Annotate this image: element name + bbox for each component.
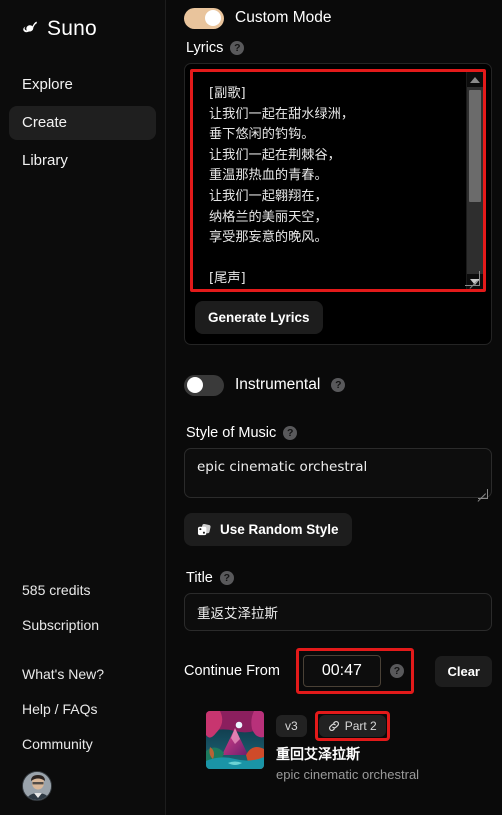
song-meta: v3 Part 2 重回艾泽拉斯 epic cinematic orchestr… (276, 711, 419, 782)
link-icon (328, 721, 339, 731)
primary-nav: Explore Create Library (0, 68, 165, 182)
random-style-row: Use Random Style (184, 513, 492, 546)
music-note-icon (23, 21, 37, 33)
song-title: 重回艾泽拉斯 (276, 747, 360, 763)
lyrics-panel: [副歌] 让我们一起在甜水绿洲， 垂下悠闲的钓钩。 让我们一起在荆棘谷， 重温那… (184, 63, 492, 345)
lyrics-help-icon[interactable]: ? (230, 41, 245, 55)
sidebar-item-community[interactable]: Community (0, 736, 166, 753)
sidebar-footer: 585 credits Subscription What's New? Hel… (0, 582, 166, 815)
song-badges: v3 Part 2 (276, 711, 419, 741)
title-label: Title (186, 570, 213, 586)
scroll-up-arrow-icon[interactable] (467, 72, 483, 87)
custom-mode-toggle[interactable] (184, 7, 224, 29)
continue-from-label: Continue From (184, 663, 280, 679)
style-resize-handle[interactable] (478, 489, 488, 499)
dice-icon (197, 523, 211, 535)
footer-spacer (0, 652, 166, 666)
credits-label: 585 credits (22, 582, 91, 598)
sidebar: Suno Explore Create Library 585 credits … (0, 0, 166, 815)
continue-source-song-card[interactable]: v3 Part 2 重回艾泽拉斯 epic cinematic orchestr… (184, 711, 492, 782)
random-style-label: Use Random Style (220, 522, 339, 537)
generate-lyrics-row: Generate Lyrics (185, 292, 491, 344)
toggle-knob (205, 10, 221, 26)
title-input[interactable] (184, 593, 492, 631)
version-badge: v3 (276, 715, 307, 737)
song-style: epic cinematic orchestral (276, 767, 420, 782)
continue-from-help-icon[interactable]: ? (389, 664, 404, 678)
brand-logo[interactable]: Suno (0, 0, 165, 44)
toggle-knob (187, 377, 203, 393)
avatar[interactable] (22, 771, 52, 801)
lyrics-scrollbar[interactable] (466, 72, 483, 289)
generate-lyrics-button[interactable]: Generate Lyrics (195, 301, 323, 334)
album-art (206, 711, 264, 769)
continue-from-highlight-box: ? (295, 648, 414, 694)
custom-mode-label: Custom Mode (235, 9, 332, 26)
sidebar-item-whats-new[interactable]: What's New? (0, 666, 166, 683)
sidebar-item-help-faqs[interactable]: Help / FAQs (0, 701, 166, 718)
title-help-icon[interactable]: ? (219, 571, 234, 585)
style-input-wrap (184, 448, 492, 503)
instrumental-help-icon[interactable]: ? (331, 378, 346, 392)
use-random-style-button[interactable]: Use Random Style (184, 513, 352, 546)
lyrics-resize-handle[interactable] (465, 271, 480, 286)
part-badge[interactable]: Part 2 (318, 715, 386, 737)
custom-mode-row: Custom Mode (184, 0, 492, 29)
continue-from-input[interactable] (302, 655, 381, 687)
sidebar-item-create[interactable]: Create (9, 106, 156, 140)
continue-from-row: Continue From ? Clear (184, 648, 492, 694)
lyrics-textarea[interactable]: [副歌] 让我们一起在甜水绿洲， 垂下悠闲的钓钩。 让我们一起在荆棘谷， 重温那… (193, 72, 466, 289)
style-of-music-input[interactable] (184, 448, 492, 498)
scrollbar-thumb[interactable] (469, 90, 481, 202)
title-label-row: Title ? (186, 570, 492, 586)
part-badge-label: Part 2 (344, 719, 377, 733)
part-badge-highlight-box: Part 2 (314, 711, 390, 741)
avatar-image (23, 772, 51, 800)
instrumental-row: Instrumental ? (184, 367, 492, 396)
sidebar-item-explore[interactable]: Explore (9, 68, 156, 102)
app-root: Suno Explore Create Library 585 credits … (0, 0, 502, 815)
instrumental-toggle[interactable] (184, 374, 224, 396)
lyrics-highlight-box: [副歌] 让我们一起在甜水绿洲， 垂下悠闲的钓钩。 让我们一起在荆棘谷， 重温那… (190, 69, 486, 292)
style-label-row: Style of Music ? (186, 425, 492, 441)
sidebar-item-library[interactable]: Library (9, 144, 156, 178)
style-of-music-label: Style of Music (186, 425, 277, 441)
brand-name: Suno (47, 17, 97, 40)
lyrics-label-row: Lyrics ? (186, 40, 492, 56)
create-panel: Custom Mode Lyrics ? [副歌] 让我们一起在甜水绿洲， 垂下… (166, 0, 502, 815)
clear-button[interactable]: Clear (435, 655, 492, 687)
sidebar-item-subscription[interactable]: Subscription (0, 617, 166, 634)
style-help-icon[interactable]: ? (283, 426, 298, 440)
instrumental-label: Instrumental (235, 376, 321, 393)
lyrics-label: Lyrics (186, 40, 224, 56)
